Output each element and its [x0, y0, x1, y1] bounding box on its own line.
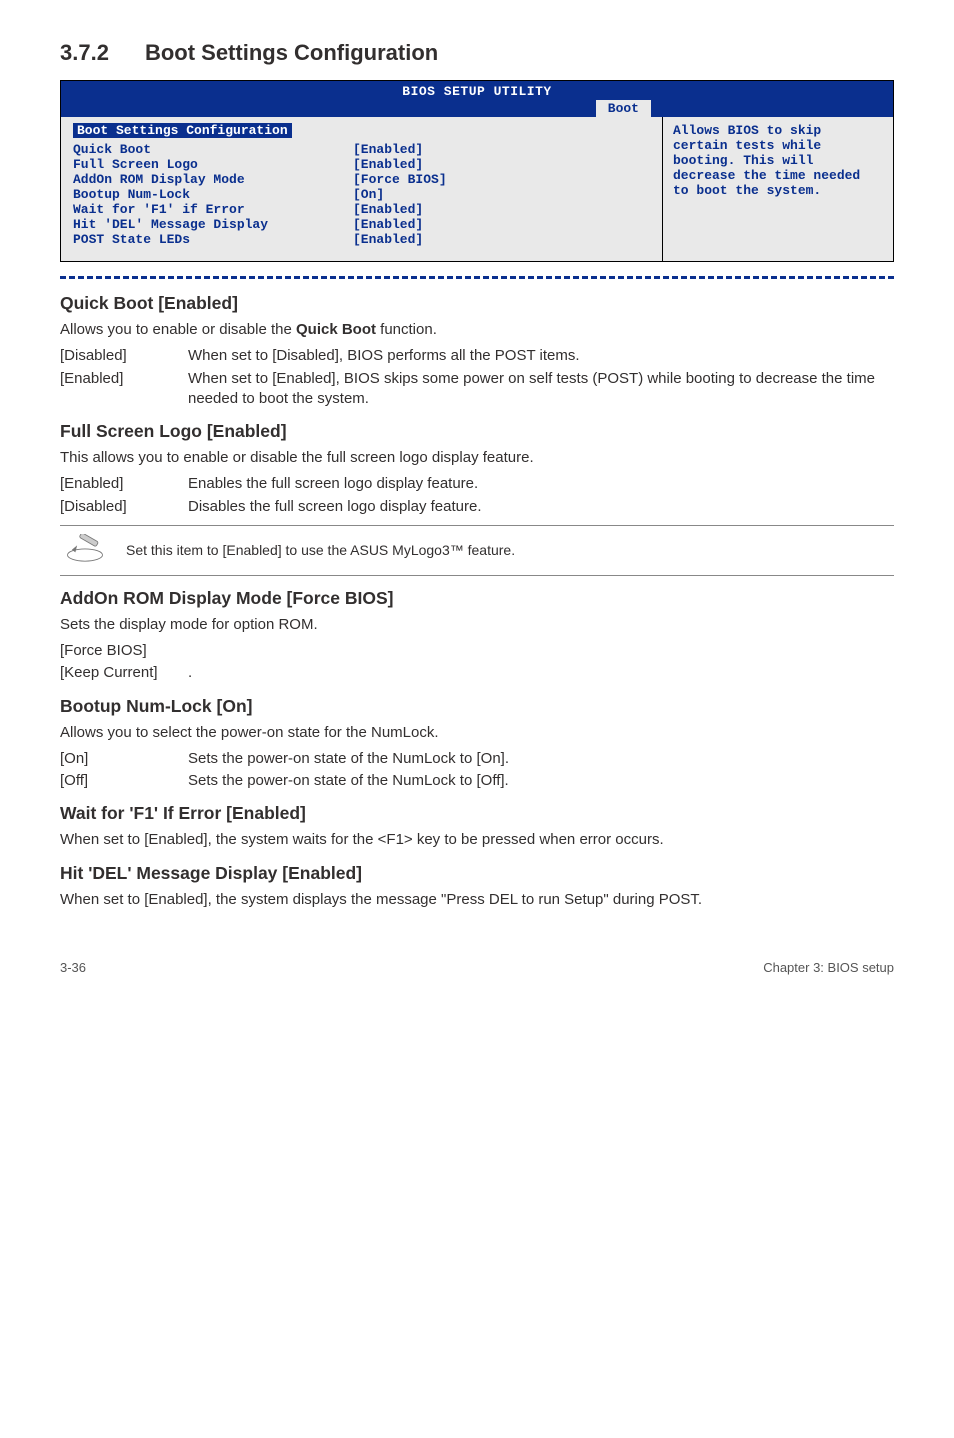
- desc-wait-f1: When set to [Enabled], the system waits …: [60, 830, 894, 850]
- page-number: 3-36: [60, 960, 86, 975]
- bios-label: Full Screen Logo: [73, 157, 353, 172]
- bios-header: BIOS SETUP UTILITY Boot: [61, 81, 893, 117]
- divider: [60, 276, 894, 279]
- desc-hit-del: When set to [Enabled], the system displa…: [60, 890, 894, 910]
- option-key: [Off]: [60, 771, 188, 791]
- bios-row: POST State LEDs[Enabled]: [73, 232, 650, 247]
- bios-row: Bootup Num-Lock[On]: [73, 187, 650, 202]
- section-title-text: Boot Settings Configuration: [145, 40, 438, 65]
- section-number: 3.7.2: [60, 40, 109, 66]
- bios-row: Full Screen Logo[Enabled]: [73, 157, 650, 172]
- bios-value: [Enabled]: [353, 202, 423, 217]
- bios-panel-title: Boot Settings Configuration: [73, 123, 292, 138]
- bios-value: [Force BIOS]: [353, 172, 447, 187]
- options-bootup-numlock: [On]Sets the power-on state of the NumLo…: [60, 749, 894, 792]
- option-value: Sets the power-on state of the NumLock t…: [188, 749, 894, 769]
- desc-bootup-numlock: Allows you to select the power-on state …: [60, 723, 894, 743]
- bios-value: [Enabled]: [353, 232, 423, 247]
- option-value: [188, 641, 894, 661]
- option-key: [Force BIOS]: [60, 641, 188, 661]
- bios-label: Wait for 'F1' if Error: [73, 202, 353, 217]
- bios-settings-list: Boot Settings Configuration Quick Boot[E…: [61, 117, 663, 261]
- bios-value: [Enabled]: [353, 142, 423, 157]
- option-value: Disables the full screen logo display fe…: [188, 497, 894, 517]
- option-value: When set to [Enabled], BIOS skips some p…: [188, 369, 894, 410]
- options-full-screen-logo: [Enabled]Enables the full screen logo di…: [60, 474, 894, 517]
- options-addon-rom: [Force BIOS] [Keep Current].: [60, 641, 894, 684]
- bios-label: Quick Boot: [73, 142, 353, 157]
- chapter-label: Chapter 3: BIOS setup: [763, 960, 894, 975]
- bios-help-text: Allows BIOS to skip certain tests while …: [663, 117, 893, 261]
- note-box: Set this item to [Enabled] to use the AS…: [60, 525, 894, 576]
- option-value: Enables the full screen logo display fea…: [188, 474, 894, 494]
- option-value: Sets the power-on state of the NumLock t…: [188, 771, 894, 791]
- subheading-wait-f1: Wait for 'F1' If Error [Enabled]: [60, 803, 894, 824]
- page-footer: 3-36 Chapter 3: BIOS setup: [60, 960, 894, 975]
- bios-label: AddOn ROM Display Mode: [73, 172, 353, 187]
- option-key: [Disabled]: [60, 346, 188, 366]
- bios-label: Bootup Num-Lock: [73, 187, 353, 202]
- desc-addon-rom: Sets the display mode for option ROM.: [60, 615, 894, 635]
- bios-tab-boot: Boot: [596, 100, 651, 117]
- note-text: Set this item to [Enabled] to use the AS…: [126, 542, 515, 558]
- subheading-quick-boot: Quick Boot [Enabled]: [60, 293, 894, 314]
- option-key: [On]: [60, 749, 188, 769]
- subheading-addon-rom: AddOn ROM Display Mode [Force BIOS]: [60, 588, 894, 609]
- subheading-full-screen-logo: Full Screen Logo [Enabled]: [60, 421, 894, 442]
- bios-panel: BIOS SETUP UTILITY Boot Boot Settings Co…: [60, 80, 894, 262]
- pencil-icon: [64, 534, 106, 567]
- option-value: .: [188, 663, 894, 683]
- option-key: [Disabled]: [60, 497, 188, 517]
- option-key: [Enabled]: [60, 474, 188, 494]
- subheading-hit-del: Hit 'DEL' Message Display [Enabled]: [60, 863, 894, 884]
- bios-value: [Enabled]: [353, 157, 423, 172]
- bios-row: Quick Boot[Enabled]: [73, 142, 650, 157]
- bios-row: Hit 'DEL' Message Display[Enabled]: [73, 217, 650, 232]
- subheading-bootup-numlock: Bootup Num-Lock [On]: [60, 696, 894, 717]
- section-heading: 3.7.2 Boot Settings Configuration: [60, 40, 894, 66]
- desc-quick-boot: Allows you to enable or disable the Quic…: [60, 320, 894, 340]
- bios-header-title: BIOS SETUP UTILITY: [61, 83, 893, 99]
- option-key: [Keep Current]: [60, 663, 188, 683]
- options-quick-boot: [Disabled]When set to [Disabled], BIOS p…: [60, 346, 894, 409]
- option-key: [Enabled]: [60, 369, 188, 410]
- option-value: When set to [Disabled], BIOS performs al…: [188, 346, 894, 366]
- bios-label: Hit 'DEL' Message Display: [73, 217, 353, 232]
- bios-label: POST State LEDs: [73, 232, 353, 247]
- bios-row: AddOn ROM Display Mode[Force BIOS]: [73, 172, 650, 187]
- bios-value: [Enabled]: [353, 217, 423, 232]
- bios-value: [On]: [353, 187, 384, 202]
- desc-full-screen-logo: This allows you to enable or disable the…: [60, 448, 894, 468]
- bios-row: Wait for 'F1' if Error[Enabled]: [73, 202, 650, 217]
